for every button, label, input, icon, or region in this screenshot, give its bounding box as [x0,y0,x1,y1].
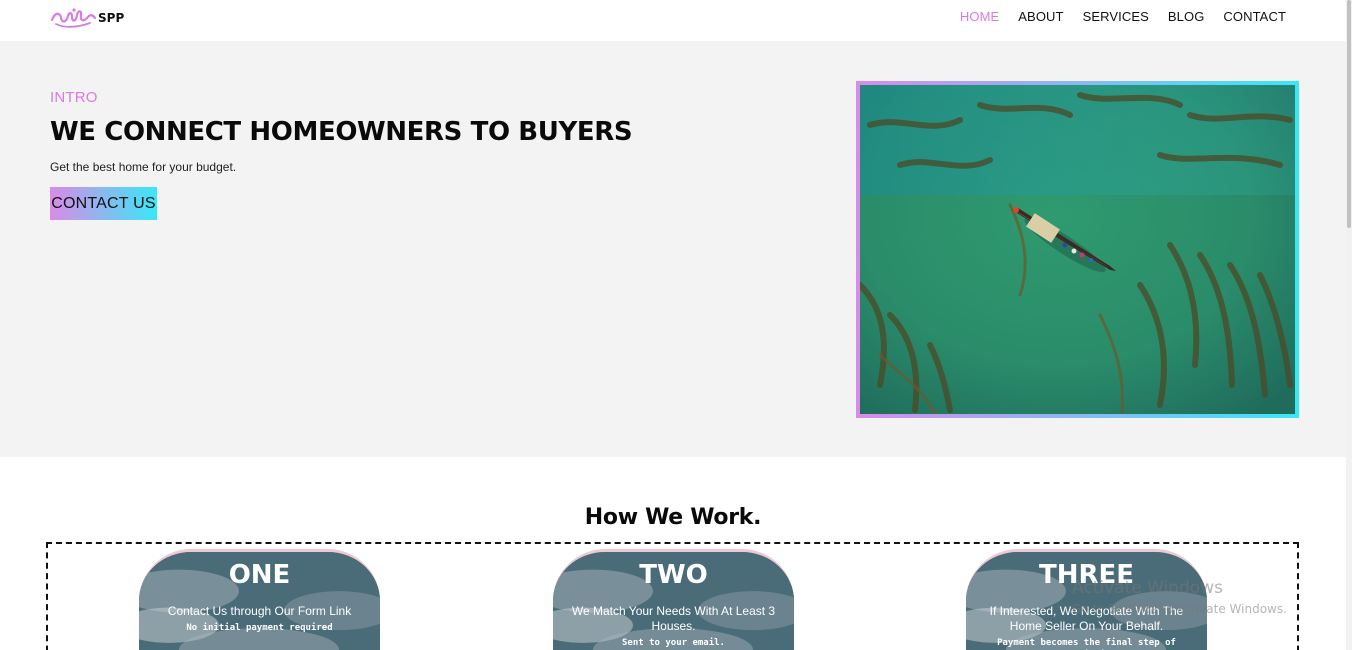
top-navbar: SPP HOME ABOUT SERVICES BLOG CONTACT [0,0,1346,41]
step-card-two: TWO We Match Your Needs With At Least 3 … [553,549,794,650]
step-one-description: Contact Us through Our Form Link [167,604,352,618]
step-one-note: No initial payment required [186,623,333,633]
script-flourish-logo-icon [50,8,96,28]
nav-blog-link[interactable]: BLOG [1168,9,1205,24]
step-three-description: If Interested, We Negotiate With The Hom… [989,604,1184,633]
main-nav: HOME ABOUT SERVICES BLOG CONTACT [960,9,1286,24]
how-we-work-title: How We Work. [584,505,762,530]
step-two-title: TWO [639,560,708,590]
step-card-one: ONE Contact Us through Our Form Link No … [139,549,380,650]
logo-text: SPP [98,11,125,25]
page-scrollbar[interactable] [1346,0,1352,650]
intro-label: INTRO [50,89,98,106]
scrollbar-thumb[interactable] [1347,0,1351,228]
site-logo[interactable]: SPP [50,6,124,30]
step-card-three: THREE If Interested, We Negotiate With T… [966,549,1207,650]
step-two-description: We Match Your Needs With At Least 3 Hous… [571,604,776,633]
hero-headline: WE CONNECT HOMEOWNERS TO BUYERS [50,117,633,147]
step-two-note: Sent to your email. [622,638,725,648]
step-three-title: THREE [1038,560,1135,590]
hero-subline: Get the best home for your budget. [50,160,237,174]
aerial-boat-photo-icon [860,85,1295,414]
nav-about-link[interactable]: ABOUT [1018,9,1063,24]
nav-services-link[interactable]: SERVICES [1083,9,1149,24]
nav-home-link[interactable]: HOME [960,9,999,24]
contact-us-button[interactable]: CONTACT US [50,187,157,220]
hero-image-frame [856,81,1299,418]
step-three-note: Payment becomes the final step of negoti… [997,638,1176,648]
steps-container: ONE Contact Us through Our Form Link No … [46,542,1299,650]
step-one-title: ONE [228,560,291,590]
nav-contact-link[interactable]: CONTACT [1223,9,1286,24]
hero-section: INTRO WE CONNECT HOMEOWNERS TO BUYERS Ge… [0,41,1346,457]
